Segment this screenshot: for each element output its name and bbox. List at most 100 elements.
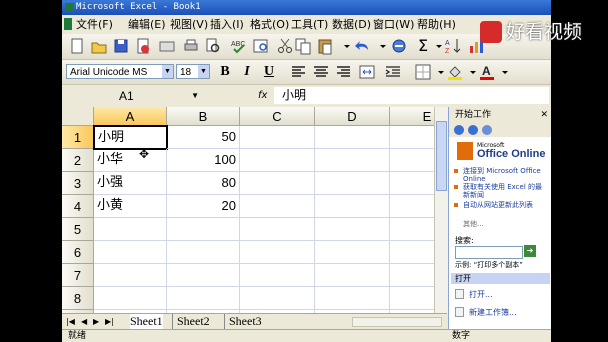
column-header-e[interactable]: E — [390, 107, 434, 126]
fill-color-icon[interactable] — [446, 63, 464, 81]
search-example: 示例: “打印多个副本” — [455, 261, 523, 269]
fx-icon[interactable]: fx — [258, 88, 267, 104]
borders-dropdown-icon[interactable] — [432, 63, 444, 81]
bold-button[interactable]: B — [216, 64, 234, 80]
menu-data[interactable]: 数据(D) — [332, 17, 371, 32]
column-header-a[interactable]: A — [94, 107, 167, 126]
formula-input[interactable]: 小明 — [274, 87, 549, 104]
forward-icon[interactable] — [468, 125, 478, 135]
link-connect[interactable]: 连接到 Microsoft Office Online — [463, 167, 547, 183]
excel-menu-icon[interactable] — [64, 18, 72, 30]
align-left-icon[interactable] — [290, 63, 308, 81]
fill-color-dropdown-icon[interactable] — [464, 63, 476, 81]
tab-sheet3[interactable]: Sheet3 — [224, 314, 262, 329]
task-pane-header: 开始工作 ✕ — [449, 107, 551, 123]
worksheet-grid: A B C D E 1 2 3 4 5 6 7 8 9 小明 50 小华 100… — [62, 107, 434, 313]
cell-b3[interactable]: 80 — [167, 172, 240, 195]
permission-icon[interactable] — [134, 37, 152, 55]
office-logo-icon — [457, 142, 473, 160]
folder-icon — [455, 289, 464, 299]
autosum-dropdown-icon[interactable] — [430, 37, 442, 55]
menu-format[interactable]: 格式(O) — [250, 17, 289, 32]
new-workbook-link[interactable]: 新建工作簿... — [469, 307, 517, 318]
align-right-icon[interactable] — [334, 63, 352, 81]
font-size-select[interactable]: 18 ▼ — [176, 64, 210, 79]
select-all-corner[interactable] — [62, 107, 94, 126]
prev-sheet-icon[interactable]: ◀ — [81, 317, 87, 326]
menu-view[interactable]: 视图(V) — [170, 17, 208, 32]
last-sheet-icon[interactable]: ▶| — [105, 317, 114, 326]
bullet-icon — [454, 185, 458, 189]
home-icon[interactable] — [482, 125, 492, 135]
link-news[interactable]: 获取有关使用 Excel 的最新新闻 — [463, 183, 547, 199]
align-center-icon[interactable] — [312, 63, 330, 81]
hyperlink-icon[interactable] — [390, 37, 408, 55]
menu-edit[interactable]: 编辑(E) — [128, 17, 166, 32]
tab-sheet1[interactable]: Sheet1 — [130, 314, 163, 329]
formatting-toolbar: Arial Unicode MS ▼ 18 ▼ B I U A — [62, 60, 551, 85]
search-input[interactable] — [455, 246, 523, 259]
cell-a2[interactable]: 小华 — [94, 149, 167, 172]
next-sheet-icon[interactable]: ▶ — [93, 317, 99, 326]
open-icon[interactable] — [90, 37, 108, 55]
cell-b2[interactable]: 100 — [167, 149, 240, 172]
tab-sheet2[interactable]: Sheet2 — [172, 314, 210, 329]
cell-b1[interactable]: 50 — [167, 126, 240, 149]
cut-icon[interactable] — [276, 37, 294, 55]
column-header-b[interactable]: B — [167, 107, 240, 126]
menu-file[interactable]: 文件(F) — [76, 17, 113, 32]
search-go-button[interactable]: ➔ — [524, 245, 536, 257]
indent-icon[interactable] — [384, 63, 402, 81]
email-icon[interactable] — [158, 37, 176, 55]
merge-center-icon[interactable] — [358, 63, 376, 81]
save-icon[interactable] — [112, 37, 130, 55]
horizontal-scrollbar[interactable] — [352, 317, 442, 327]
font-color-dropdown-icon[interactable] — [496, 63, 508, 81]
italic-button[interactable]: I — [238, 64, 256, 80]
watermark-text: 好看视频 — [506, 21, 583, 43]
cell-a4[interactable]: 小黄 — [94, 195, 167, 218]
font-color-icon[interactable]: A — [478, 63, 496, 81]
task-pane-nav — [449, 123, 551, 137]
cell-b4[interactable]: 20 — [167, 195, 240, 218]
paste-dropdown-icon[interactable] — [338, 37, 350, 55]
cell-a1[interactable]: 小明 — [93, 125, 168, 150]
undo-icon[interactable] — [354, 37, 372, 55]
new-icon[interactable] — [68, 37, 86, 55]
undo-dropdown-icon[interactable] — [374, 37, 386, 55]
chevron-down-icon[interactable]: ▼ — [162, 65, 173, 78]
link-more[interactable]: 其他... — [463, 219, 484, 229]
menu-window[interactable]: 窗口(W) — [373, 17, 414, 32]
font-name-select[interactable]: Arial Unicode MS ▼ — [66, 64, 174, 79]
chevron-down-icon[interactable]: ▼ — [191, 88, 199, 104]
name-box[interactable]: A1 ▼ — [64, 88, 203, 104]
link-update[interactable]: 自动从网站更新此列表 — [463, 201, 547, 209]
research-icon[interactable] — [252, 37, 270, 55]
cursor-icon: ✥ — [139, 147, 150, 161]
back-icon[interactable] — [454, 125, 464, 135]
spelling-icon[interactable]: ABC — [230, 37, 248, 55]
borders-icon[interactable] — [414, 63, 432, 81]
print-preview-icon[interactable] — [204, 37, 222, 55]
scrollbar-thumb[interactable] — [436, 121, 447, 191]
menu-insert[interactable]: 插入(I) — [210, 17, 244, 32]
first-sheet-icon[interactable]: |◀ — [66, 317, 75, 326]
copy-icon[interactable] — [294, 37, 312, 55]
vertical-scrollbar[interactable] — [434, 107, 448, 313]
excel-window: Microsoft Excel - Book1 文件(F) 编辑(E) 视图(V… — [62, 0, 551, 342]
chevron-down-icon[interactable]: ▼ — [198, 65, 209, 78]
column-header-d[interactable]: D — [315, 107, 390, 126]
cell-a3[interactable]: 小强 — [94, 172, 167, 195]
column-header-c[interactable]: C — [240, 107, 315, 126]
close-icon[interactable]: ✕ — [540, 107, 548, 123]
sort-ascending-icon[interactable]: AZ — [444, 37, 462, 55]
underline-button[interactable]: U — [260, 64, 278, 80]
open-link[interactable]: 打开... — [469, 289, 493, 300]
paste-icon[interactable] — [316, 37, 334, 55]
font-name-value: Arial Unicode MS — [70, 67, 148, 78]
menu-tools[interactable]: 工具(T) — [291, 17, 328, 32]
menu-help[interactable]: 帮助(H) — [417, 17, 456, 32]
watermark-logo-icon — [480, 21, 502, 43]
print-icon[interactable] — [182, 37, 200, 55]
search-label: 搜索: — [455, 236, 474, 245]
